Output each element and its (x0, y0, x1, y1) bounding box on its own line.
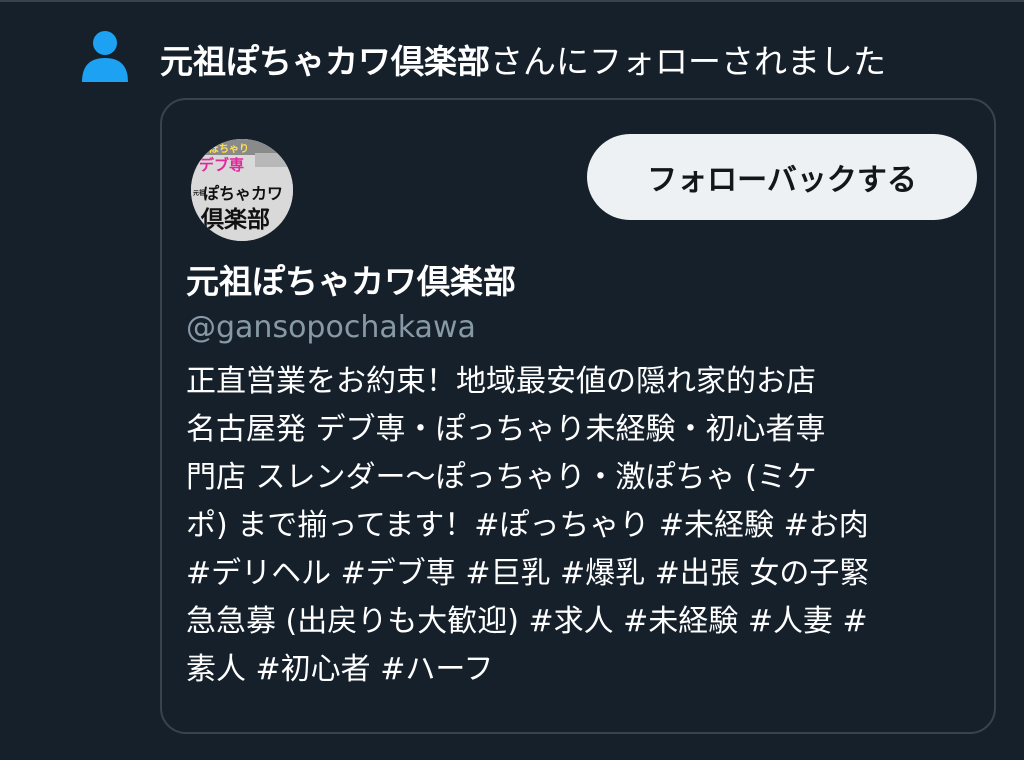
svg-text:倶楽部: 倶楽部 (200, 206, 270, 233)
bio-line: 正直営業をお約束！地域最安値の隠れ家的お店 (186, 364, 816, 399)
bio-line: 名古屋発 デブ専・ぽっちゃり未経験・初心者専 (186, 412, 826, 447)
avatar[interactable]: ぽちゃり デブ専 元祖 ぽちゃカワ 倶楽部 (191, 139, 293, 241)
notification-account-name[interactable]: 元祖ぽちゃカワ倶楽部 (160, 42, 490, 81)
notification-headline: 元祖ぽちゃカワ倶楽部さんにフォローされました (160, 38, 1010, 86)
user-card[interactable]: ぽちゃり デブ専 元祖 ぽちゃカワ 倶楽部 フォローバックする 元祖ぽちゃカワ倶… (160, 98, 996, 734)
display-name[interactable]: 元祖ぽちゃカワ倶楽部 (186, 258, 516, 306)
notification-message: さんにフォローされました (490, 42, 886, 81)
follow-notification[interactable]: 元祖ぽちゃカワ倶楽部さんにフォローされました ぽちゃり デブ専 元祖 ぽちゃカワ… (0, 0, 1024, 760)
user-handle[interactable]: @gansopochakawa (186, 306, 476, 350)
svg-text:ぽちゃカワ: ぽちゃカワ (203, 184, 283, 203)
follow-back-button[interactable]: フォローバックする (587, 134, 977, 220)
svg-text:デブ専: デブ専 (199, 156, 244, 174)
avatar-logo: ぽちゃり デブ専 元祖 ぽちゃカワ 倶楽部 (191, 139, 293, 241)
bio-line: 急急募 (出戻りも大歓迎) #求人 #未経験 #人妻 # (186, 604, 868, 639)
svg-text:ぽちゃり: ぽちゃり (209, 142, 249, 155)
bio-line: 門店 スレンダー〜ぽっちゃり・激ぽちゃ (ミケ (186, 460, 817, 495)
person-icon (82, 31, 128, 82)
bio-line: 素人 #初心者 #ハーフ (186, 652, 494, 687)
user-bio: 正直営業をお約束！地域最安値の隠れ家的お店 名古屋発 デブ専・ぽっちゃり未経験・… (186, 358, 976, 694)
bio-line: ポ) まで揃ってます！#ぽっちゃり #未経験 #お肉 (186, 508, 869, 543)
bio-line: #デリヘル #デブ専 #巨乳 #爆乳 #出張 女の子緊 (186, 556, 870, 591)
